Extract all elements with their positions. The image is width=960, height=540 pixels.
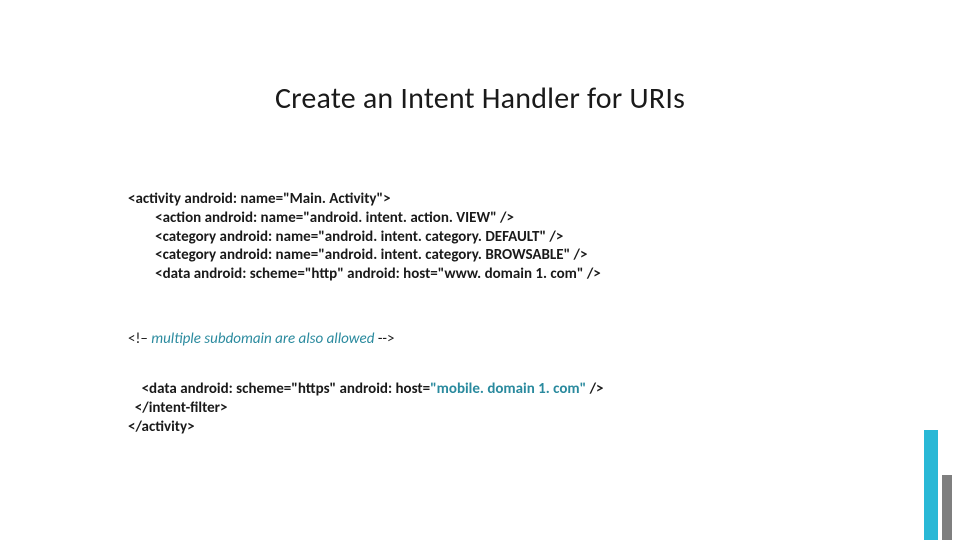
comment-suffix: --> bbox=[378, 330, 395, 348]
comment-prefix: <!– bbox=[128, 330, 151, 348]
code-line: /> bbox=[586, 380, 603, 398]
code-line: <activity android: name="Main. Activity"… bbox=[128, 190, 391, 208]
slide-title: Create an Intent Handler for URIs bbox=[0, 80, 960, 117]
code-block-1: <activity android: name="Main. Activity"… bbox=[128, 190, 870, 284]
slide: Create an Intent Handler for URIs <activ… bbox=[0, 0, 960, 540]
code-line: <action android: name="android. intent. … bbox=[128, 209, 514, 227]
corner-accent bbox=[906, 430, 960, 540]
accent-bar-cyan bbox=[924, 430, 938, 540]
code-block-2: <data android: scheme="https" android: h… bbox=[128, 380, 870, 436]
code-line: </intent-filter> bbox=[128, 399, 227, 417]
code-line: </activity> bbox=[128, 418, 195, 436]
comment-text: multiple subdomain are also allowed bbox=[151, 330, 378, 348]
comment-line: <!– multiple subdomain are also allowed … bbox=[128, 330, 394, 348]
code-line: <data android: scheme="http" android: ho… bbox=[128, 265, 601, 283]
code-highlight: "mobile. domain 1. com" bbox=[430, 380, 586, 398]
code-line: <category android: name="android. intent… bbox=[128, 246, 587, 264]
accent-bar-gray bbox=[942, 475, 952, 540]
code-line: <data android: scheme="https" android: h… bbox=[128, 380, 430, 398]
code-line: <category android: name="android. intent… bbox=[128, 228, 563, 246]
